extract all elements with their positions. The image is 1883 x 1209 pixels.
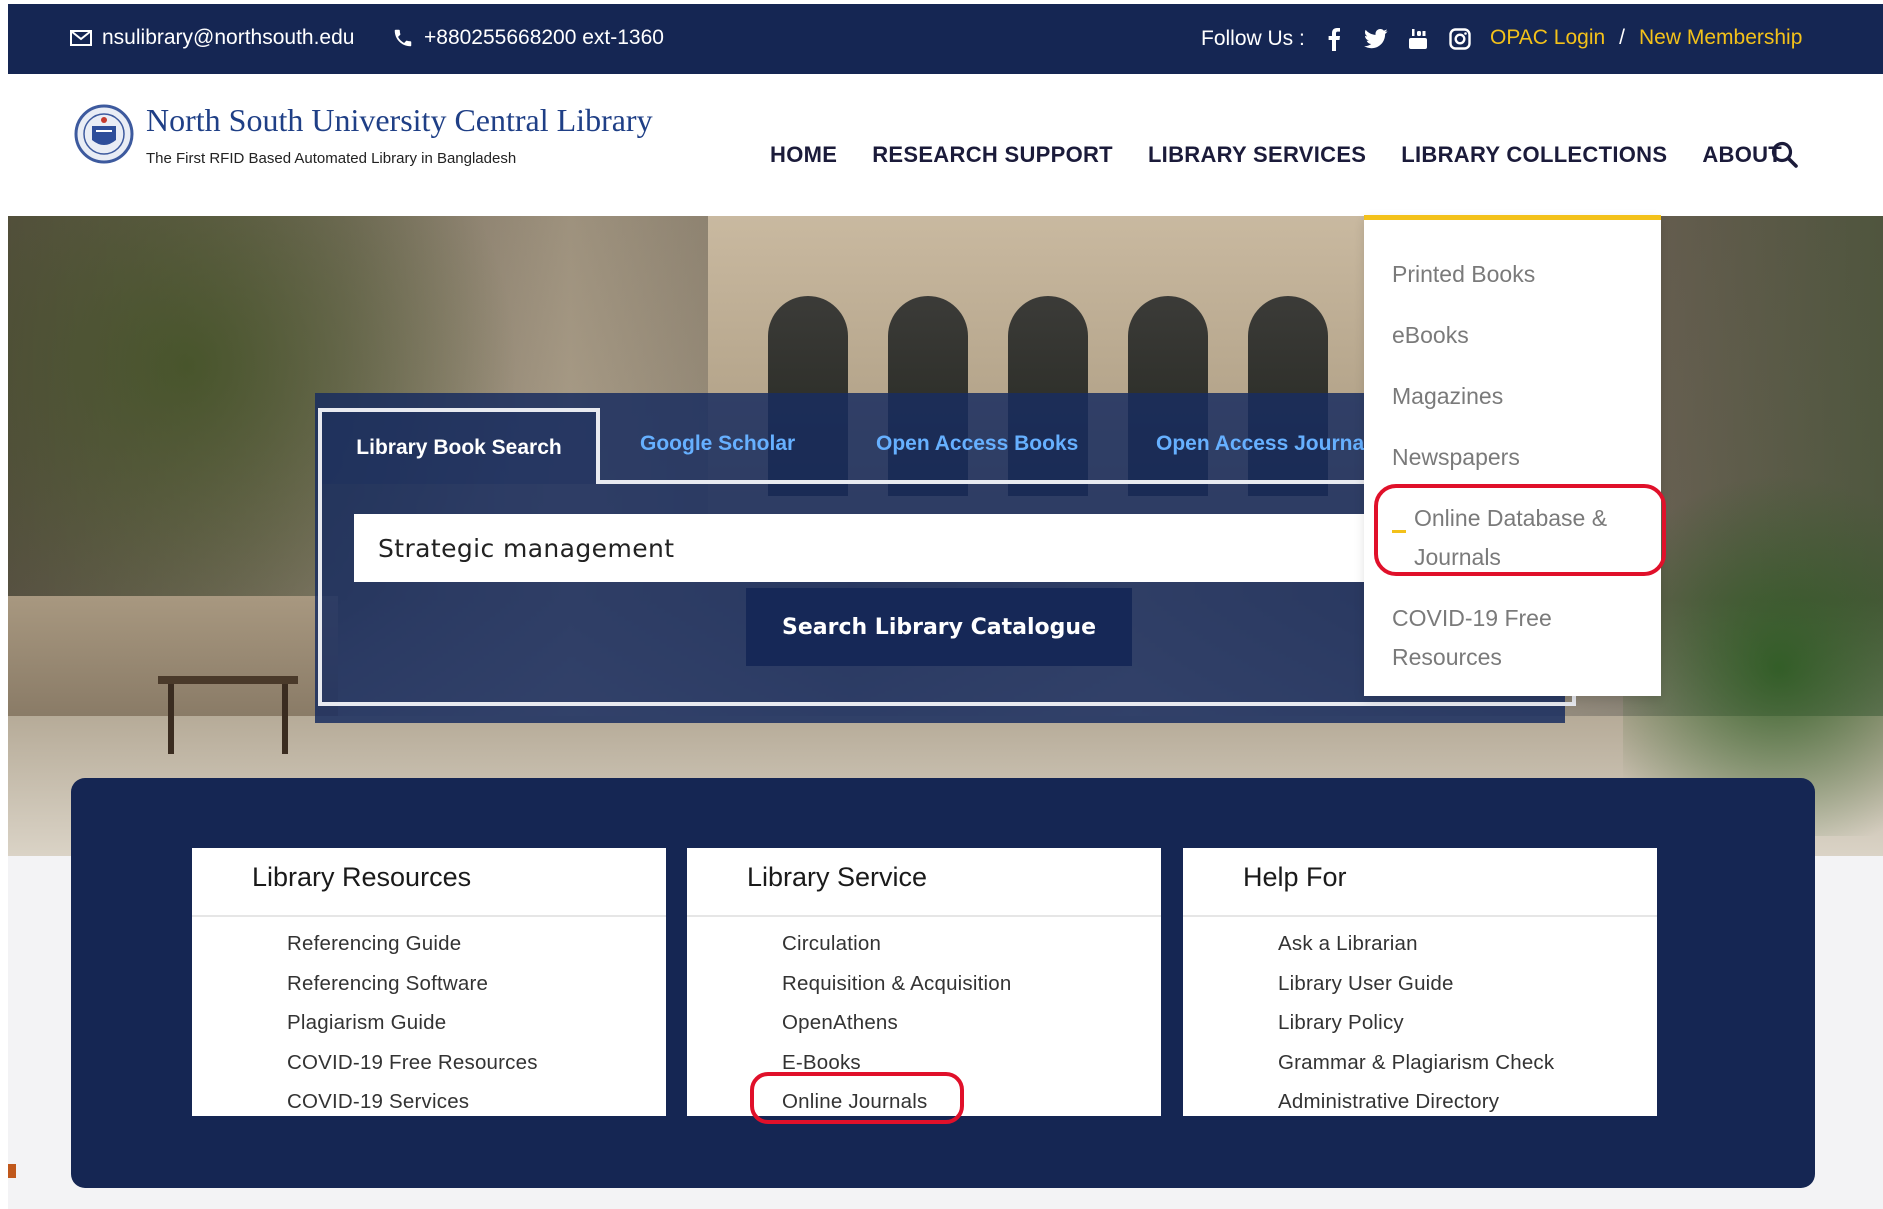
dropdown-item-covid-free-line2[interactable]: Resources	[1392, 637, 1502, 677]
main-nav: HOME RESEARCH SUPPORT LIBRARY SERVICES L…	[770, 142, 1782, 168]
dropdown-item-newspapers[interactable]: Newspapers	[1392, 437, 1520, 477]
list-item[interactable]: Ask a Librarian	[1278, 924, 1554, 964]
card-link-list: Ask a Librarian Library User Guide Libra…	[1278, 924, 1554, 1122]
search-icon[interactable]	[1770, 140, 1800, 170]
list-item[interactable]: Library User Guide	[1278, 964, 1554, 1004]
list-item[interactable]: OpenAthens	[782, 1003, 1012, 1043]
list-item[interactable]: COVID-19 Free Resources	[287, 1043, 538, 1083]
instagram-icon[interactable]	[1447, 26, 1473, 52]
annotation-highlight	[750, 1072, 964, 1124]
site-title[interactable]: North South University Central Library	[146, 102, 653, 139]
site-header: North South University Central Library T…	[8, 74, 1883, 216]
tab-underline	[598, 480, 1378, 484]
page-frame: nsulibrary@northsouth.edu +880255668200 …	[8, 4, 1883, 1209]
nav-home[interactable]: HOME	[770, 142, 837, 168]
tab-open-access-books[interactable]: Open Access Books	[876, 432, 1078, 456]
link-separator: /	[1619, 26, 1626, 49]
list-item[interactable]: Requisition & Acquisition	[782, 964, 1012, 1004]
nav-library-services[interactable]: LIBRARY SERVICES	[1148, 142, 1366, 168]
facebook-icon[interactable]	[1321, 26, 1347, 52]
tab-label: Library Book Search	[356, 436, 562, 459]
card-divider	[192, 915, 666, 917]
email-text: nsulibrary@northsouth.edu	[102, 26, 355, 49]
card-link-list: Referencing Guide Referencing Software P…	[287, 924, 538, 1122]
list-item[interactable]: Plagiarism Guide	[287, 1003, 538, 1043]
nav-library-collections[interactable]: LIBRARY COLLECTIONS	[1401, 142, 1667, 168]
list-item[interactable]: Administrative Directory	[1278, 1082, 1554, 1122]
follow-label: Follow Us :	[1201, 27, 1305, 50]
tab-google-scholar[interactable]: Google Scholar	[640, 432, 795, 456]
card-divider	[687, 915, 1161, 917]
search-input[interactable]: Strategic management	[354, 514, 1374, 582]
collections-dropdown: Printed Books eBooks Magazines Newspaper…	[1364, 215, 1661, 696]
card-title: Library Service	[747, 862, 928, 892]
card-divider	[1183, 915, 1657, 917]
dropdown-item-printed-books[interactable]: Printed Books	[1392, 254, 1535, 294]
list-item[interactable]: Referencing Software	[287, 964, 538, 1004]
list-item[interactable]: Circulation	[782, 924, 1012, 964]
dropdown-item-covid-free[interactable]: COVID-19 Free	[1392, 598, 1552, 638]
opac-login-link[interactable]: OPAC Login	[1490, 26, 1605, 50]
site-tagline: The First RFID Based Automated Library i…	[146, 150, 517, 167]
dropdown-item-ebooks[interactable]: eBooks	[1392, 315, 1469, 355]
tab-open-access-journals[interactable]: Open Access Journals	[1156, 432, 1364, 456]
tab-library-book-search[interactable]: Library Book Search	[318, 408, 600, 484]
mail-icon	[70, 30, 92, 46]
card-library-resources: Library Resources Referencing Guide Refe…	[192, 848, 666, 1116]
card-title: Help For	[1243, 862, 1347, 892]
library-logo-icon[interactable]	[74, 98, 134, 170]
account-links: OPAC Login / New Membership	[1490, 26, 1802, 50]
dropdown-item-magazines[interactable]: Magazines	[1392, 376, 1503, 416]
email-contact[interactable]: nsulibrary@northsouth.edu	[70, 26, 354, 50]
hero-trees-right	[1623, 416, 1883, 836]
list-item[interactable]: COVID-19 Services	[287, 1082, 538, 1122]
phone-text: +880255668200 ext-1360	[424, 26, 664, 49]
list-item[interactable]: Referencing Guide	[287, 924, 538, 964]
twitter-icon[interactable]	[1363, 26, 1389, 52]
top-bar: nsulibrary@northsouth.edu +880255668200 …	[8, 4, 1883, 74]
search-catalogue-button[interactable]: Search Library Catalogue	[746, 588, 1132, 666]
edge-accent	[8, 1164, 16, 1178]
list-item[interactable]: Grammar & Plagiarism Check	[1278, 1043, 1554, 1083]
youtube-icon[interactable]	[1405, 26, 1431, 52]
search-query-text: Strategic management	[378, 533, 675, 563]
card-help-for: Help For Ask a Librarian Library User Gu…	[1183, 848, 1657, 1116]
new-membership-link[interactable]: New Membership	[1639, 26, 1802, 50]
social-links: Follow Us :	[1201, 26, 1473, 52]
nav-research-support[interactable]: RESEARCH SUPPORT	[872, 142, 1113, 168]
search-button-label: Search Library Catalogue	[781, 614, 1096, 640]
phone-icon	[394, 29, 412, 47]
phone-contact[interactable]: +880255668200 ext-1360	[392, 26, 664, 50]
annotation-highlight	[1374, 484, 1666, 576]
list-item[interactable]: Library Policy	[1278, 1003, 1554, 1043]
card-title: Library Resources	[252, 862, 472, 892]
hero-bench	[158, 676, 298, 756]
